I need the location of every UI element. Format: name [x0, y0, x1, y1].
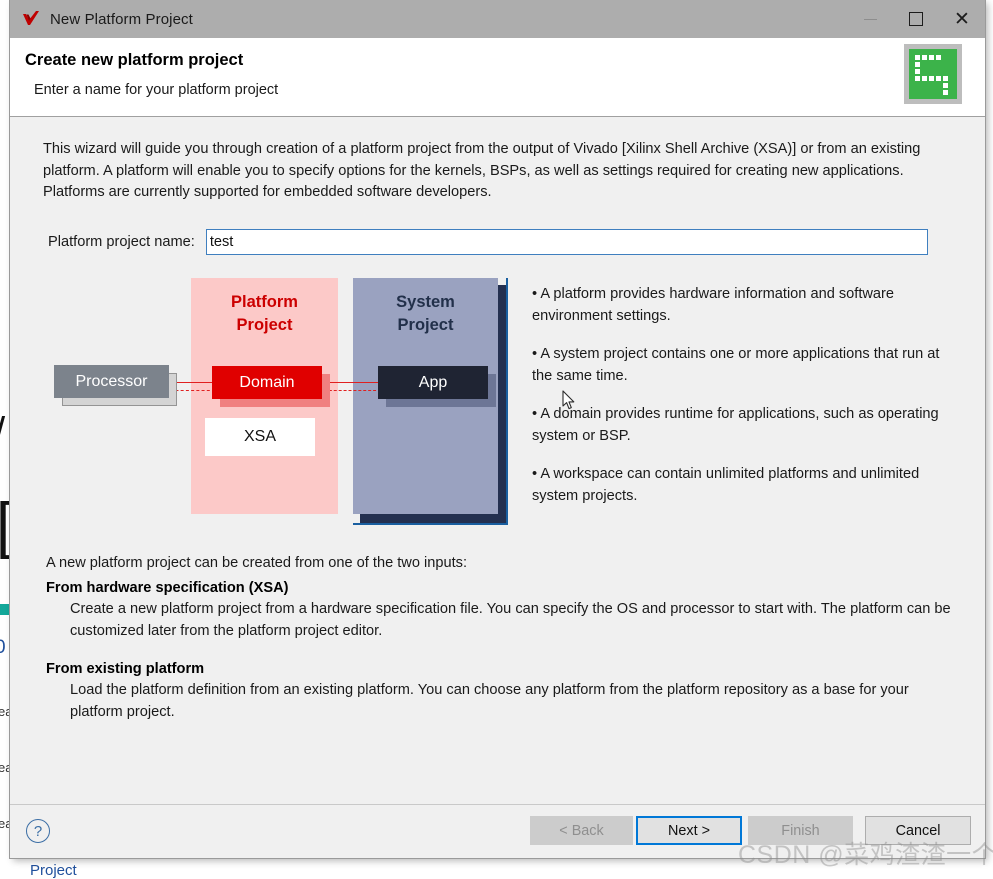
maximize-button[interactable] [893, 0, 939, 38]
section-body-existing-platform: Load the platform definition from an exi… [70, 682, 909, 720]
platform-project-name-label: Platform project name: [48, 234, 195, 250]
minimize-icon [863, 18, 877, 20]
section-body-hardware-spec: Create a new platform project from a har… [70, 601, 951, 639]
platform-project-title-line1: Platform [231, 293, 298, 311]
cancel-button[interactable]: Cancel [865, 816, 971, 845]
bullet-item-platform: • A platform provides hardware informati… [532, 286, 895, 324]
background-glyph-slash: / [0, 410, 5, 455]
page-title: Create new platform project [25, 51, 244, 69]
system-project-title-line1: System [396, 293, 455, 311]
platform-project-name-input[interactable] [205, 229, 928, 255]
window-controls: ✕ [847, 0, 985, 38]
dialog-title: New Platform Project [50, 10, 193, 28]
close-icon: ✕ [954, 8, 970, 30]
green-platform-icon [904, 44, 962, 104]
next-button[interactable]: Next > [636, 816, 742, 845]
finish-button[interactable]: Finish [748, 816, 853, 845]
close-button[interactable]: ✕ [939, 0, 985, 38]
question-mark-icon[interactable]: ? [26, 819, 50, 843]
maximize-icon [909, 12, 923, 26]
vitis-checkmark-icon [20, 8, 42, 30]
platform-project-panel-title: Platform Project [191, 291, 338, 337]
section-heading-existing-platform: From existing platform [46, 661, 205, 677]
mouse-cursor [562, 390, 576, 411]
system-project-panel-title: System Project [353, 291, 498, 337]
bullet-item-workspace: • A workspace can contain unlimited plat… [532, 466, 920, 504]
feature-bullet-list: • A platform provides hardware informati… [532, 284, 957, 507]
dialog-footer: ? < Back Next > Finish Cancel [10, 805, 985, 858]
dialog-titlebar[interactable]: New Platform Project ✕ [10, 0, 985, 38]
minimize-button[interactable] [847, 0, 893, 38]
platform-architecture-diagram: Platform Project System Project Processo… [43, 273, 528, 533]
platform-project-title-line2: Project [236, 316, 293, 334]
section-heading-hardware-spec: From hardware specification (XSA) [46, 580, 289, 596]
wizard-intro-text: This wizard will guide you through creat… [43, 141, 921, 200]
background-glyph-project: Project [30, 862, 77, 879]
app-box-label: App [418, 373, 448, 391]
background-glyph-zero: 0 [0, 637, 6, 658]
domain-box-label: Domain [239, 373, 295, 391]
bullet-item-system-project: • A system project contains one or more … [532, 346, 940, 384]
bullet-item-domain: • A domain provides runtime for applicat… [532, 406, 939, 444]
xsa-box-label: XSA [243, 428, 276, 445]
system-project-title-line2: Project [397, 316, 454, 334]
new-platform-project-dialog: New Platform Project ✕ Create new platfo… [10, 0, 985, 858]
back-button[interactable]: < Back [530, 816, 633, 845]
processor-box-label: Processor [75, 372, 148, 390]
input-sources-section: A new platform project can be created fr… [46, 553, 956, 723]
page-subtitle: Enter a name for your platform project [34, 82, 279, 98]
dialog-body: This wizard will guide you through creat… [10, 118, 985, 805]
platform-project-name-row: Platform project name: [48, 229, 928, 255]
input-sources-intro: A new platform project can be created fr… [46, 555, 468, 571]
dialog-header: Create new platform project Enter a name… [10, 38, 985, 117]
